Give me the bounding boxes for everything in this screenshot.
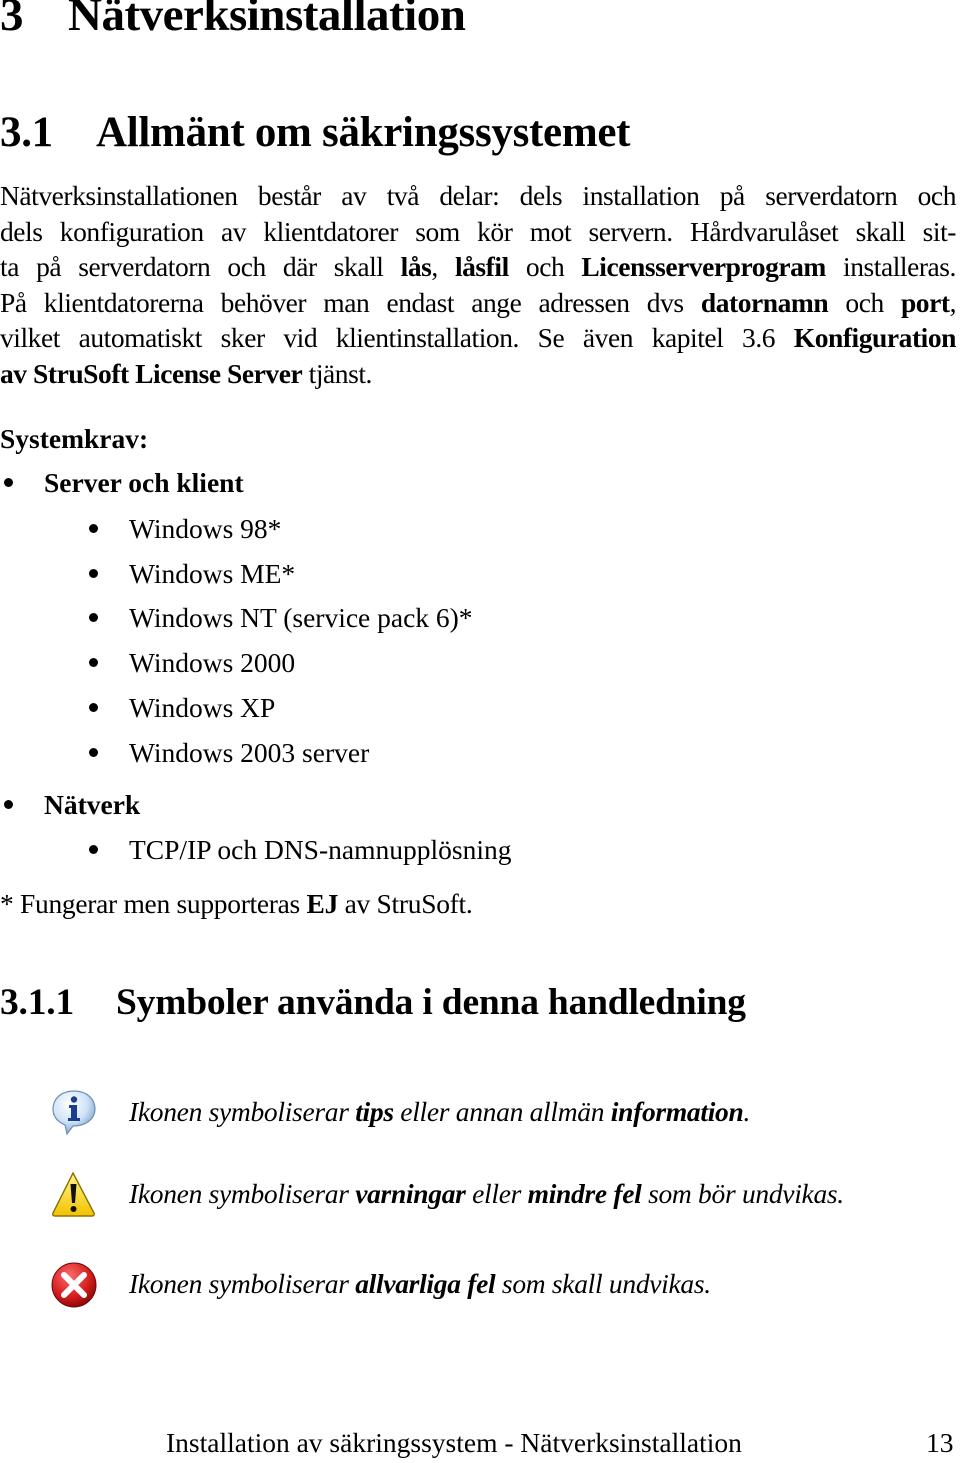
text-run: . [743, 1096, 751, 1127]
section-title: Allmänt om säkringssystemet [96, 109, 631, 156]
emphasis-text: allvarliga fel [355, 1268, 496, 1299]
text-run: Ikonen symboliserar [129, 1178, 356, 1209]
text-run: , [431, 251, 455, 283]
chapter-title: Nätverksinstallation [68, 0, 466, 41]
text-run: eller annan allmän [393, 1096, 611, 1127]
error-icon [51, 1262, 97, 1308]
text-run: ta på serverdatorn och där skall [0, 251, 401, 283]
emphasis-text: datornamn [700, 286, 829, 318]
emphasis-text: lås [400, 251, 432, 283]
page-number: 13 [926, 1427, 954, 1458]
text-run: Ikonen symboliserar [129, 1096, 356, 1127]
requirement-group-label: Server och klient [44, 467, 244, 498]
paragraph-line: av StruSoft License Server tjänst. [0, 356, 956, 392]
requirement-item-label: Windows NT (service pack 6)* [129, 602, 473, 633]
symbol-description: Ikonen symboliserar allvarliga fel som s… [129, 1268, 711, 1300]
subsection-number: 3.1.1 [0, 982, 75, 1023]
text-run: eller [465, 1178, 528, 1209]
bullet-icon [4, 478, 13, 487]
paragraph-line: Nätverksinstallationen består av två del… [0, 178, 956, 214]
subsection-heading: 3.1.1 Symboler använda i denna handlednin… [0, 981, 746, 1024]
text-run: och [508, 251, 582, 283]
symbol-row-warning: Ikonen symboliserar varningar eller mind… [0, 1170, 960, 1230]
intro-paragraph: Nätverksinstallationen består av två del… [0, 178, 956, 392]
section-heading: 3.1 Allmänt om säkringssystemet [0, 108, 630, 157]
requirement-item-label: Windows 98* [129, 513, 282, 544]
text-run: Nätverksinstallationen består av två del… [0, 180, 956, 211]
bullet-icon [89, 569, 98, 578]
text-run: installeras. [825, 251, 956, 283]
emphasis-text: mindre fel [527, 1178, 642, 1209]
text-run: av StruSoft. [338, 888, 473, 919]
chapter-number: 3 [0, 0, 24, 41]
symbol-row-info: Ikonen symboliserar tips eller annan all… [0, 1088, 960, 1148]
requirement-item-label: Windows XP [129, 692, 276, 723]
system-requirements-heading: Systemkrav: [0, 423, 149, 454]
emphasis-text: EJ [306, 888, 339, 919]
requirement-group-label: Nätverk [44, 789, 141, 820]
text-run: tjänst. [302, 357, 373, 389]
requirement-item-label: TCP/IP och DNS-namnupplösning [129, 834, 512, 865]
paragraph-line: På klientdatorerna behöver man endast an… [0, 285, 956, 321]
text-run: som skall undvikas. [495, 1268, 711, 1299]
text-run: Ikonen symboliserar [129, 1268, 356, 1299]
section-number: 3.1 [0, 109, 53, 156]
emphasis-text: information [610, 1096, 744, 1127]
bullet-icon [89, 524, 98, 533]
text-run: som bör undvikas. [641, 1178, 844, 1209]
bullet-icon [89, 613, 98, 622]
subsection-title: Symboler använda i denna handledning [116, 982, 746, 1023]
text-run: , [949, 286, 957, 318]
text-run: dels konfiguration av klientdatorer som … [0, 215, 956, 247]
bullet-icon [89, 845, 98, 854]
symbol-description: Ikonen symboliserar varningar eller mind… [129, 1178, 844, 1210]
requirement-item-label: Windows 2000 [129, 647, 296, 678]
chapter-heading: 3 Nätverksinstallation [0, 0, 466, 42]
text-run: och [828, 286, 901, 318]
paragraph-line: vilket automatiskt sker vid klientinstal… [0, 320, 956, 356]
requirement-item-label: Windows ME* [129, 558, 296, 589]
warning-icon [52, 1171, 95, 1217]
bullet-icon [89, 748, 98, 757]
symbol-row-error: Ikonen symboliserar allvarliga fel som s… [0, 1260, 960, 1320]
emphasis-text: port [900, 286, 950, 318]
emphasis-text: tips [355, 1096, 394, 1127]
text-run: * Fungerar men supporteras [0, 888, 307, 919]
emphasis-text: varningar [355, 1178, 466, 1209]
emphasis-text: låsfil [454, 251, 509, 283]
requirement-item-label: Windows 2003 server [129, 737, 370, 768]
footer-title: Installation av säkringssystem - Nätverk… [166, 1427, 742, 1458]
emphasis-text: Licensserverprogram [581, 251, 826, 283]
bullet-icon [4, 800, 13, 809]
bullet-icon [89, 658, 98, 667]
emphasis-text: av StruSoft License Server [0, 357, 303, 389]
emphasis-text: Konfiguration [793, 322, 957, 354]
footnote: * Fungerar men supporteras EJ av StruSof… [0, 888, 473, 920]
paragraph-line: ta på serverdatorn och där skall lås, lå… [0, 249, 956, 285]
bullet-icon [89, 703, 98, 712]
text-run: På klientdatorerna behöver man endast an… [0, 286, 701, 318]
info-icon [52, 1090, 96, 1136]
paragraph-line: dels konfiguration av klientdatorer som … [0, 214, 956, 250]
text-run: vilket automatiskt sker vid klientinstal… [0, 322, 794, 354]
symbol-description: Ikonen symboliserar tips eller annan all… [129, 1096, 750, 1128]
